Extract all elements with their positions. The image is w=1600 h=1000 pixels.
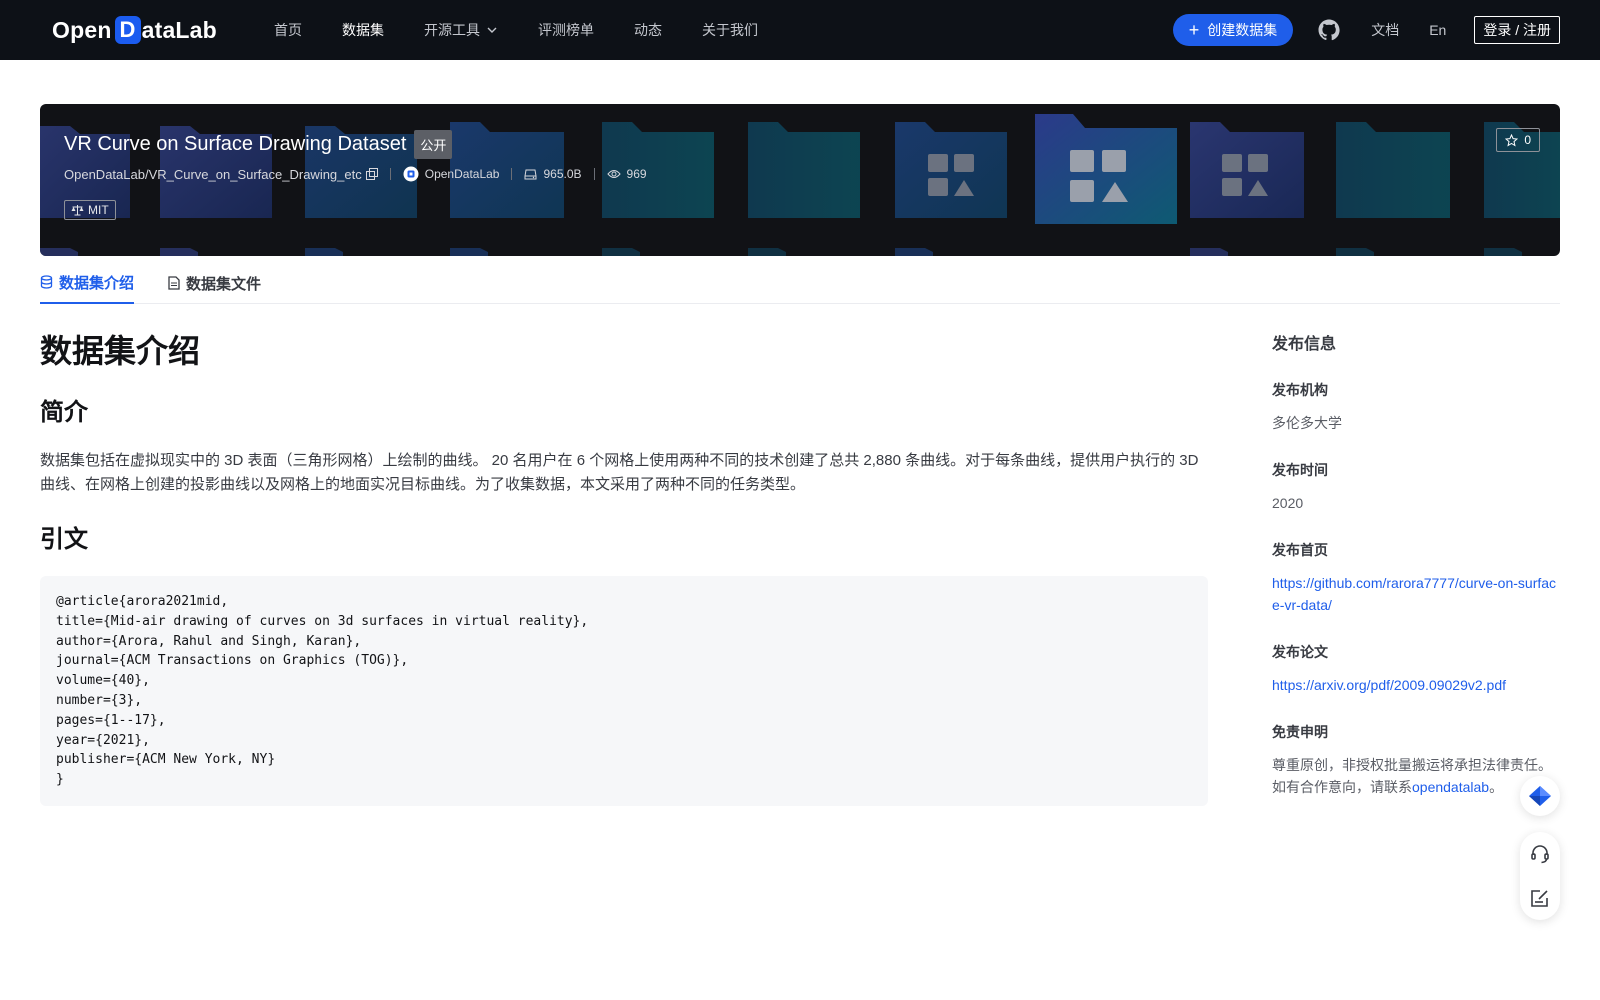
page-title: 数据集介绍 [40, 333, 201, 369]
release-org-label: 发布机构 [1272, 382, 1328, 398]
plus-icon: + [1188, 20, 1200, 40]
dataset-meta: OpenDataLab/VR_Curve_on_Surface_Drawing_… [64, 166, 647, 182]
release-info-heading: 发布信息 [1272, 336, 1337, 353]
nav-item-label: 动态 [634, 22, 662, 38]
create-dataset-label: 创建数据集 [1207, 22, 1278, 38]
publisher-info[interactable]: OpenDataLab [403, 166, 500, 182]
copy-icon[interactable] [365, 168, 378, 180]
logo-d-mark: D [114, 16, 141, 44]
database-icon [40, 275, 53, 289]
publisher-avatar-icon [403, 166, 419, 182]
floating-tools [1520, 832, 1560, 920]
logo-text-open: Open [52, 16, 112, 43]
nav-item-label: 数据集 [342, 22, 384, 38]
github-icon[interactable] [1317, 18, 1341, 42]
meta-divider [511, 168, 513, 180]
logo-text-atalab: ataLab [141, 16, 217, 43]
tab-dataset-intro[interactable]: 数据集介绍 [40, 262, 135, 304]
star-count: 0 [1524, 133, 1531, 147]
customer-service-icon[interactable] [1528, 842, 1552, 866]
language-toggle[interactable]: En [1429, 22, 1446, 38]
intro-heading: 简介 [40, 399, 88, 426]
disclaimer-label: 免责申明 [1272, 724, 1328, 740]
dataset-views-value: 969 [626, 167, 647, 181]
nav-item-label: 首页 [274, 22, 302, 38]
docs-link[interactable]: 文档 [1371, 20, 1399, 40]
nav-item-datasets[interactable]: 数据集 [342, 20, 384, 40]
nav-item-label: 评测榜单 [538, 22, 594, 38]
nav-item-open-tools[interactable]: 开源工具 [424, 20, 498, 40]
floating-assistant-button[interactable] [1520, 776, 1560, 816]
publisher-name: OpenDataLab [424, 167, 500, 181]
disclaimer-line-1: 尊重原创，非授权批量搬运将承担法律责任。 [1272, 757, 1552, 773]
tab-label: 数据集介绍 [59, 274, 135, 292]
release-homepage-value: https://github.com/rarora7777/curve-on-s… [1272, 572, 1560, 616]
homepage-link[interactable]: https://github.com/rarora7777/curve-on-s… [1272, 575, 1556, 613]
eye-icon [606, 170, 621, 178]
star-button[interactable]: 0 [1496, 128, 1540, 152]
disclaimer-line-2-end: 。 [1489, 779, 1504, 795]
paper-link[interactable]: https://arxiv.org/pdf/2009.09029v2.pdf [1272, 677, 1506, 693]
release-paper-label: 发布论文 [1272, 644, 1328, 660]
disclaimer-line-2-text: 如有合作意向，请联系 [1272, 779, 1412, 795]
release-paper-value: https://arxiv.org/pdf/2009.09029v2.pdf [1272, 674, 1560, 696]
main-nav: 首页 数据集 开源工具 评测榜单 动态 关于我们 [274, 0, 798, 60]
disclaimer-text: 尊重原创，非授权批量搬运将承担法律责任。 如有合作意向，请联系opendatal… [1272, 754, 1560, 798]
nav-item-home[interactable]: 首页 [274, 20, 302, 40]
nav-item-leaderboard[interactable]: 评测榜单 [538, 20, 594, 40]
star-icon [1505, 133, 1519, 147]
contact-opendatalab-link[interactable]: opendatalab [1412, 779, 1489, 795]
citation-heading: 引文 [40, 526, 88, 553]
release-org-value: 多伦多大学 [1272, 415, 1342, 431]
hard-drive-icon [524, 169, 537, 179]
release-time-value: 2020 [1272, 495, 1304, 511]
top-navbar: Open DataLab 首页 数据集 开源工具 评测榜单 动态 关于我们 + 创… [0, 0, 1600, 60]
create-dataset-button[interactable]: + 创建数据集 [1172, 14, 1294, 46]
assistant-logo-icon [1529, 786, 1551, 806]
nav-right-actions: + 创建数据集 文档 En 登录 / 注册 [1172, 0, 1560, 60]
dataset-repo-path: OpenDataLab/VR_Curve_on_Surface_Drawing_… [64, 166, 362, 182]
tab-dataset-files[interactable]: 数据集文件 [168, 262, 261, 304]
file-icon [168, 276, 180, 290]
scale-icon [71, 205, 84, 216]
nav-item-label: 关于我们 [702, 22, 758, 38]
dataset-views: 969 [606, 167, 647, 181]
license-badge[interactable]: MIT [64, 200, 116, 220]
opendatalab-logo[interactable]: Open DataLab [52, 14, 217, 46]
dataset-tabs: 数据集介绍 数据集文件 [40, 262, 1560, 304]
disclaimer-line-2: 如有合作意向，请联系opendatalab。 [1272, 776, 1560, 798]
dataset-intro-content: 数据集介绍 简介 数据集包括在虚拟现实中的 3D 表面（三角形网格）上绘制的曲线… [40, 326, 1208, 806]
feedback-icon[interactable] [1528, 886, 1552, 910]
citation-code-block[interactable]: @article{arora2021mid, title={Mid-air dr… [40, 576, 1208, 806]
dataset-title: VR Curve on Surface Drawing Dataset [64, 133, 407, 155]
meta-divider [389, 168, 391, 180]
dataset-size: 965.0B [524, 167, 582, 181]
meta-divider [593, 168, 595, 180]
login-register-button[interactable]: 登录 / 注册 [1474, 16, 1560, 44]
nav-item-news[interactable]: 动态 [634, 20, 662, 40]
dataset-banner: VR Curve on Surface Drawing Dataset 公开 O… [40, 104, 1560, 256]
release-info-sidebar: 发布信息 发布机构 多伦多大学 发布时间 2020 发布首页 https://g… [1272, 330, 1560, 798]
nav-item-label: 开源工具 [424, 22, 480, 38]
release-homepage-label: 发布首页 [1272, 542, 1328, 558]
dataset-title-row: VR Curve on Surface Drawing Dataset 公开 [64, 130, 453, 159]
intro-paragraph: 数据集包括在虚拟现实中的 3D 表面（三角形网格）上绘制的曲线。 20 名用户在… [40, 452, 1199, 493]
chevron-down-icon [487, 27, 497, 33]
visibility-badge: 公开 [414, 130, 453, 159]
release-time-label: 发布时间 [1272, 462, 1328, 478]
nav-item-about[interactable]: 关于我们 [702, 20, 758, 40]
license-text: MIT [88, 203, 109, 217]
dataset-size-value: 965.0B [543, 167, 582, 181]
tab-label: 数据集文件 [186, 275, 262, 293]
